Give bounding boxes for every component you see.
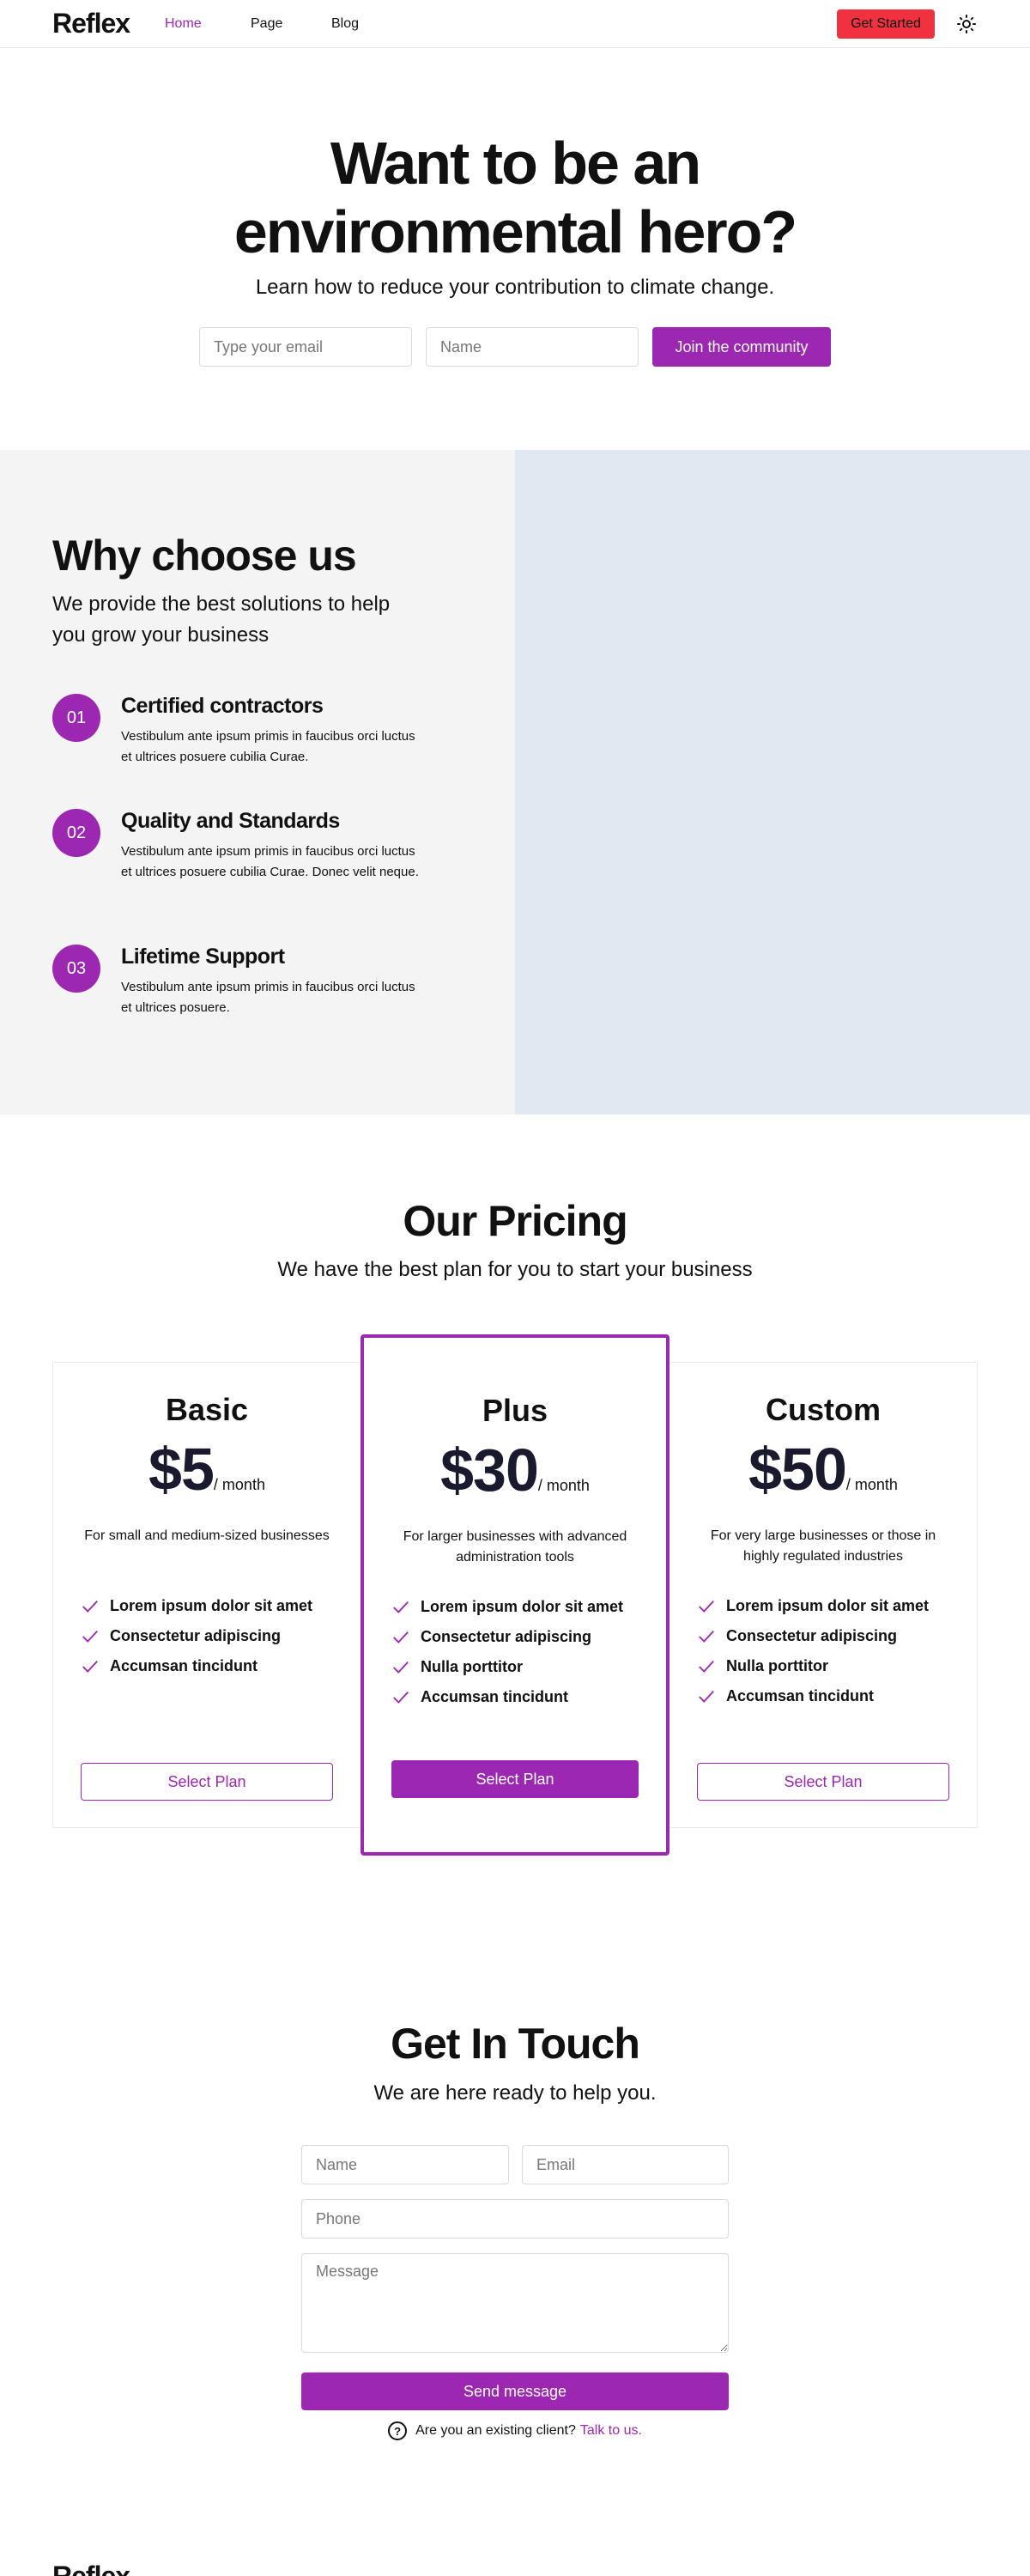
check-icon: [82, 1600, 98, 1613]
existing-client-row: ? Are you an existing client? Talk to us…: [172, 2421, 858, 2440]
plan-price: $30: [440, 1437, 539, 1504]
feature-number: 01: [52, 694, 100, 742]
check-icon: [393, 1631, 409, 1643]
feature-number: 02: [52, 809, 100, 857]
nav-link-home[interactable]: Home: [165, 16, 202, 32]
check-icon: [393, 1601, 409, 1613]
why-image-placeholder: [515, 450, 1030, 1115]
contact-phone-input[interactable]: [301, 2199, 729, 2239]
select-plan-button[interactable]: Select Plan: [391, 1760, 639, 1798]
nav-link-blog[interactable]: Blog: [331, 16, 359, 32]
get-started-button[interactable]: Get Started: [837, 9, 935, 39]
contact-title: Get In Touch: [391, 2020, 640, 2068]
plan-feature: Nulla porttitor: [697, 1651, 960, 1681]
check-icon: [393, 1691, 409, 1704]
footer-logo[interactable]: Reflex: [52, 2561, 130, 2576]
hero-email-input[interactable]: [199, 327, 412, 367]
contact-message-textarea[interactable]: [301, 2253, 729, 2353]
plan-period: / month: [537, 1477, 590, 1494]
plan-feature: Lorem ipsum dolor sit amet: [81, 1591, 343, 1621]
plan-card-basic: Basic $5/ month For small and medium-siz…: [52, 1362, 361, 1828]
plan-name: Custom: [766, 1392, 881, 1427]
feature-title: Lifetime Support: [121, 945, 285, 969]
plan-feature-list: Lorem ipsum dolor sit amet Consectetur a…: [81, 1591, 343, 1681]
check-icon: [699, 1660, 714, 1673]
feature-description: Vestibulum ante ipsum primis in faucibus…: [121, 980, 415, 1015]
theme-toggle-button[interactable]: [953, 10, 980, 38]
check-icon: [82, 1630, 98, 1643]
feature-title: Certified contractors: [121, 694, 324, 718]
pricing-subtitle: We have the best plan for you to start y…: [277, 1258, 753, 1281]
join-community-button[interactable]: Join the community: [652, 327, 831, 367]
select-plan-button[interactable]: Select Plan: [697, 1763, 949, 1801]
plan-feature: Lorem ipsum dolor sit amet: [697, 1591, 960, 1621]
why-title: Why choose us: [52, 532, 357, 580]
check-icon: [82, 1660, 98, 1673]
feature-title: Quality and Standards: [121, 809, 340, 833]
hero-name-input[interactable]: [426, 327, 639, 367]
logo[interactable]: Reflex: [52, 8, 130, 39]
plan-feature: Consectetur adipiscing: [391, 1622, 649, 1652]
plan-name: Basic: [165, 1392, 249, 1427]
plan-description: For larger businesses with advanced admi…: [403, 1529, 627, 1564]
contact-email-input[interactable]: [522, 2145, 729, 2184]
plan-price: $5: [148, 1436, 215, 1503]
talk-to-us-link[interactable]: Talk to us.: [580, 2423, 642, 2439]
check-icon: [393, 1661, 409, 1674]
plan-feature-list: Lorem ipsum dolor sit amet Consectetur a…: [391, 1592, 649, 1712]
plan-card-custom: Custom $50/ month For very large busines…: [669, 1362, 978, 1828]
question-circle-icon: ?: [388, 2421, 408, 2440]
contact-name-input[interactable]: [301, 2145, 509, 2184]
plan-feature: Accumsan tincidunt: [81, 1651, 343, 1681]
feature-number: 03: [52, 945, 100, 993]
plan-description: For small and medium-sized businesses: [84, 1528, 330, 1543]
plan-period: / month: [845, 1476, 898, 1493]
sun-icon: [957, 15, 976, 33]
nav-link-page[interactable]: Page: [251, 16, 282, 32]
why-subtitle: We provide the best solutions to help yo…: [52, 592, 391, 647]
plan-feature: Lorem ipsum dolor sit amet: [391, 1592, 649, 1622]
select-plan-button[interactable]: Select Plan: [81, 1763, 333, 1801]
plan-feature: Consectetur adipiscing: [81, 1621, 343, 1651]
feature-description: Vestibulum ante ipsum primis in faucibus…: [121, 729, 415, 764]
hero-title: Want to be an environmental hero?: [233, 130, 797, 265]
plan-feature: Consectetur adipiscing: [697, 1621, 960, 1651]
plan-card-plus: Plus $30/ month For larger businesses wi…: [360, 1334, 670, 1856]
plan-price: $50: [748, 1436, 847, 1503]
plan-feature: Nulla porttitor: [391, 1652, 649, 1682]
hero-subtitle: Learn how to reduce your contribution to…: [255, 276, 775, 299]
check-icon: [699, 1690, 714, 1703]
check-icon: [699, 1600, 714, 1613]
navbar: Reflex Home Page Blog Get Started: [0, 0, 1030, 48]
plan-description: For very large businesses or those in hi…: [710, 1528, 936, 1564]
check-icon: [699, 1630, 714, 1643]
feature-description: Vestibulum ante ipsum primis in faucibus…: [121, 844, 419, 879]
send-message-button[interactable]: Send message: [301, 2372, 729, 2410]
plan-feature: Accumsan tincidunt: [697, 1681, 960, 1711]
plan-period: / month: [213, 1476, 265, 1493]
plan-feature-list: Lorem ipsum dolor sit amet Consectetur a…: [697, 1591, 960, 1711]
contact-subtitle: We are here ready to help you.: [373, 2081, 657, 2105]
pricing-title: Our Pricing: [403, 1197, 627, 1245]
plan-name: Plus: [482, 1393, 548, 1428]
existing-client-text: Are you an existing client?: [415, 2423, 576, 2438]
plan-feature: Accumsan tincidunt: [391, 1682, 649, 1712]
